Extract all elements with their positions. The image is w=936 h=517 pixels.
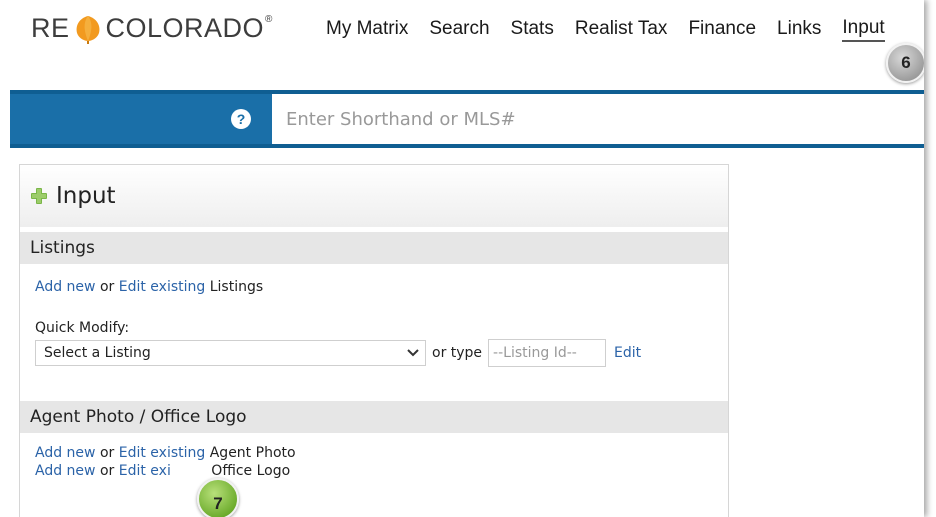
question-circle-icon[interactable]: ? — [231, 109, 251, 129]
nav-stats[interactable]: Stats — [511, 18, 554, 40]
main-nav: My Matrix Search Stats Realist Tax Finan… — [326, 14, 885, 44]
search-bar: ? — [10, 90, 924, 148]
quick-modify-label: Quick Modify: — [35, 320, 130, 336]
nav-realist-tax[interactable]: Realist Tax — [575, 18, 668, 40]
agent-photo-heading: Agent Photo / Office Logo — [30, 407, 247, 427]
office-logo-suffix-text: Office Logo — [211, 463, 291, 479]
nav-finance[interactable]: Finance — [688, 18, 756, 40]
logo-text-re: RE — [31, 12, 70, 43]
or-text: or — [99, 279, 115, 295]
registered-mark: ® — [265, 13, 273, 25]
step-callout-6: 6 — [886, 43, 924, 83]
listing-select[interactable]: Select a Listing — [35, 340, 426, 366]
listings-suffix-text: Listings — [209, 279, 264, 295]
listings-heading: Listings — [30, 238, 95, 258]
listings-actions-row: Add new or Edit existing Listings — [20, 279, 728, 295]
top-header: RE COLORADO ® My Matrix Search Stats Rea… — [0, 0, 924, 90]
edit-existing-listing-link[interactable]: Edit existing — [119, 279, 206, 295]
edit-existing-office-logo-link[interactable]: Edit exi — [119, 463, 171, 479]
add-new-office-logo-link[interactable]: Add new — [35, 463, 96, 479]
office-logo-row: Add new or Edit exi Office Logo — [20, 463, 728, 479]
add-new-agent-photo-link[interactable]: Add new — [35, 445, 96, 461]
aspen-leaf-icon — [76, 16, 99, 44]
edit-existing-agent-photo-link[interactable]: Edit existing — [119, 445, 206, 461]
plus-icon — [31, 188, 47, 204]
shorthand-search-input[interactable] — [272, 94, 924, 144]
logo-text-colorado: COLORADO — [105, 12, 265, 43]
agent-photo-row: Add new or Edit existing Agent Photo — [20, 445, 728, 461]
chevron-down-icon — [407, 349, 419, 357]
nav-input[interactable]: Input — [842, 17, 885, 42]
recolorado-logo[interactable]: RE COLORADO ® — [31, 10, 273, 46]
or-text: or — [99, 463, 115, 479]
panel-title: Input — [20, 165, 728, 227]
input-panel: Input Listings Add new or Edit existing … — [19, 164, 729, 517]
or-text: or — [99, 445, 115, 461]
edit-listing-link[interactable]: Edit — [614, 345, 641, 361]
panel-title-text: Input — [56, 183, 116, 209]
nav-search[interactable]: Search — [429, 18, 489, 40]
app-window: RE COLORADO ® My Matrix Search Stats Rea… — [0, 0, 924, 517]
agent-photo-section-header: Agent Photo / Office Logo — [20, 401, 728, 433]
listing-select-value: Select a Listing — [44, 345, 151, 361]
quick-modify-row: Select a Listing or type Edit — [20, 339, 728, 367]
nav-links[interactable]: Links — [777, 18, 821, 40]
or-type-text: or type — [432, 345, 483, 361]
nav-my-matrix[interactable]: My Matrix — [326, 18, 408, 40]
step-callout-7: 7 — [197, 478, 239, 517]
listing-id-input[interactable] — [488, 339, 607, 367]
agent-photo-suffix-text: Agent Photo — [209, 445, 296, 461]
add-new-listing-link[interactable]: Add new — [35, 279, 96, 295]
listings-section-header: Listings — [20, 232, 728, 264]
